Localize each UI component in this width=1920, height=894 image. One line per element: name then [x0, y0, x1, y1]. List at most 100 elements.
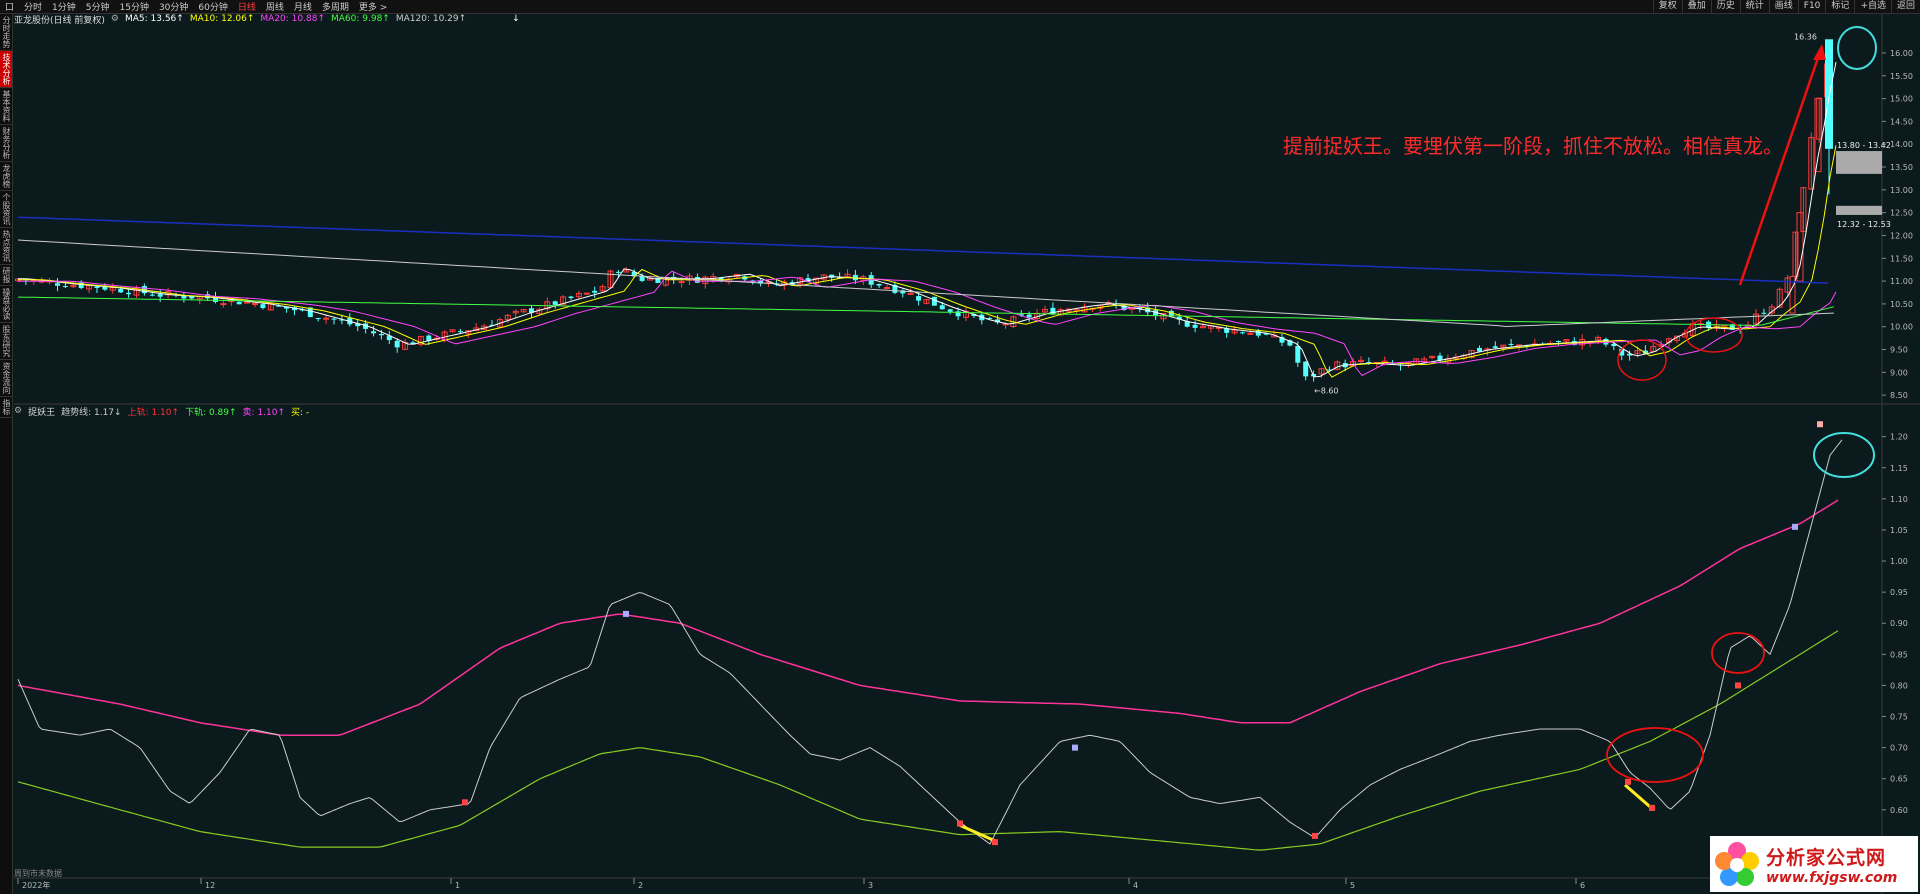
candle-down [931, 296, 937, 306]
signal-marker [992, 839, 998, 846]
signal-marker [462, 799, 468, 806]
signal-marker [1649, 804, 1655, 811]
indicator-axis-label: 0.95 [1890, 588, 1908, 597]
candle-down [457, 331, 463, 333]
signal-marker [1625, 778, 1631, 785]
candle-down [157, 294, 163, 297]
candle-down [55, 283, 60, 286]
price-axis-label: 16.00 [1890, 49, 1913, 58]
watermark-line1: 分析家公式网 [1766, 846, 1887, 869]
date-axis-label: 3 [868, 881, 873, 890]
cyan-circle-top [1837, 26, 1877, 70]
candle-up-big [1814, 98, 1822, 173]
candle-down [394, 340, 400, 348]
candle-down [568, 296, 574, 299]
price-axis-label: 14.00 [1890, 140, 1913, 149]
red-circle-4 [1606, 727, 1704, 783]
watermark: 分析家公式网 www.fxjgsw.com [1710, 836, 1918, 892]
candle-up [907, 292, 914, 295]
price-axis-label: 14.50 [1890, 117, 1913, 126]
candle-down [1303, 361, 1309, 377]
indicator-axis-label: 1.05 [1890, 526, 1908, 535]
lower-band-line [17, 630, 1839, 851]
candle-down-big [1825, 39, 1833, 149]
indicator-axis-label: 0.85 [1890, 650, 1908, 659]
high-price-label: 16.36 [1794, 33, 1817, 42]
signal-marker [1792, 523, 1798, 530]
low-price-label: ←8.60 [1314, 387, 1339, 396]
trend-line [17, 439, 1843, 845]
candle-down [371, 331, 376, 334]
indicator-axis-label: 0.65 [1890, 775, 1908, 784]
candle-down [916, 296, 922, 301]
red-circle-3 [1711, 632, 1765, 674]
indicator-axis-label: 0.80 [1890, 681, 1908, 690]
watermark-line2: www.fxjgsw.com [1766, 869, 1898, 886]
indicator-axis-label: 0.60 [1890, 806, 1908, 815]
price-axis-label: 9.50 [1890, 346, 1908, 355]
price-axis-label: 15.50 [1890, 72, 1913, 81]
candle-down [947, 309, 953, 312]
price-box-top [1836, 151, 1882, 174]
candle-up [323, 317, 330, 320]
price-axis-label: 13.50 [1890, 163, 1913, 172]
price-axis-label: 10.50 [1890, 300, 1913, 309]
candle-down [126, 292, 132, 295]
candle-down [118, 288, 124, 293]
candle-down [1492, 346, 1498, 348]
candle-down [62, 286, 68, 288]
candle-up [220, 303, 227, 306]
candle-down [149, 294, 155, 296]
box-bottom-label: 12.32 - 12.53 [1837, 220, 1891, 229]
signal-marker [957, 820, 963, 827]
date-axis-label: 5 [1350, 881, 1355, 890]
ma5-line [18, 62, 1837, 378]
arrow-head-icon [1813, 44, 1826, 60]
candle-down [615, 271, 621, 273]
ma120-line [17, 239, 1835, 328]
candle-down [378, 333, 384, 336]
candle-up [244, 301, 251, 304]
indicator-axis-label: 1.15 [1890, 464, 1908, 473]
cyan-circle-indicator [1813, 432, 1875, 478]
signal-marker [1072, 744, 1078, 751]
candle-down [315, 318, 321, 320]
candle-down [260, 304, 266, 308]
candle-up [884, 286, 890, 289]
price-axis-label: 12.00 [1890, 231, 1913, 240]
date-axis-label: 2 [638, 881, 643, 890]
box-top-label: 13.80 - 13.42 [1837, 141, 1891, 150]
price-box-bottom [1836, 205, 1882, 215]
candle-down [592, 290, 598, 293]
candle-down [94, 286, 100, 288]
signal-marker [623, 610, 629, 617]
signal-marker [1817, 421, 1823, 428]
date-axis-label: 4 [1133, 881, 1138, 890]
candle-down [181, 295, 187, 299]
candle-down [1508, 343, 1514, 345]
candle-down [1192, 324, 1198, 328]
indicator-axis-label: 1.20 [1890, 433, 1908, 442]
flower-logo-icon [1710, 837, 1764, 891]
date-axis-label: 12 [205, 881, 215, 890]
price-axis-label: 10.00 [1890, 323, 1913, 332]
buy-segment [1624, 783, 1651, 808]
price-axis-label: 13.00 [1890, 186, 1913, 195]
price-axis-label: 8.50 [1890, 391, 1908, 400]
indicator-axis-label: 0.70 [1890, 744, 1908, 753]
candle-down [939, 305, 945, 310]
long-ma-line [17, 216, 1829, 284]
price-axis-label: 12.50 [1890, 209, 1913, 218]
candle-down [876, 284, 882, 286]
indicator-axis-label: 1.00 [1890, 557, 1908, 566]
signal-marker [1735, 682, 1741, 689]
candle-down [1026, 314, 1032, 318]
date-axis-label: 6 [1580, 881, 1585, 890]
annotation-arrow [1738, 51, 1822, 286]
candle-up [678, 281, 685, 284]
signal-marker [1312, 832, 1318, 839]
indicator-axis-label: 0.75 [1890, 713, 1908, 722]
candle-down [331, 318, 337, 320]
indicator-axis-label: 1.10 [1890, 495, 1908, 504]
upper-band-line [17, 499, 1839, 736]
